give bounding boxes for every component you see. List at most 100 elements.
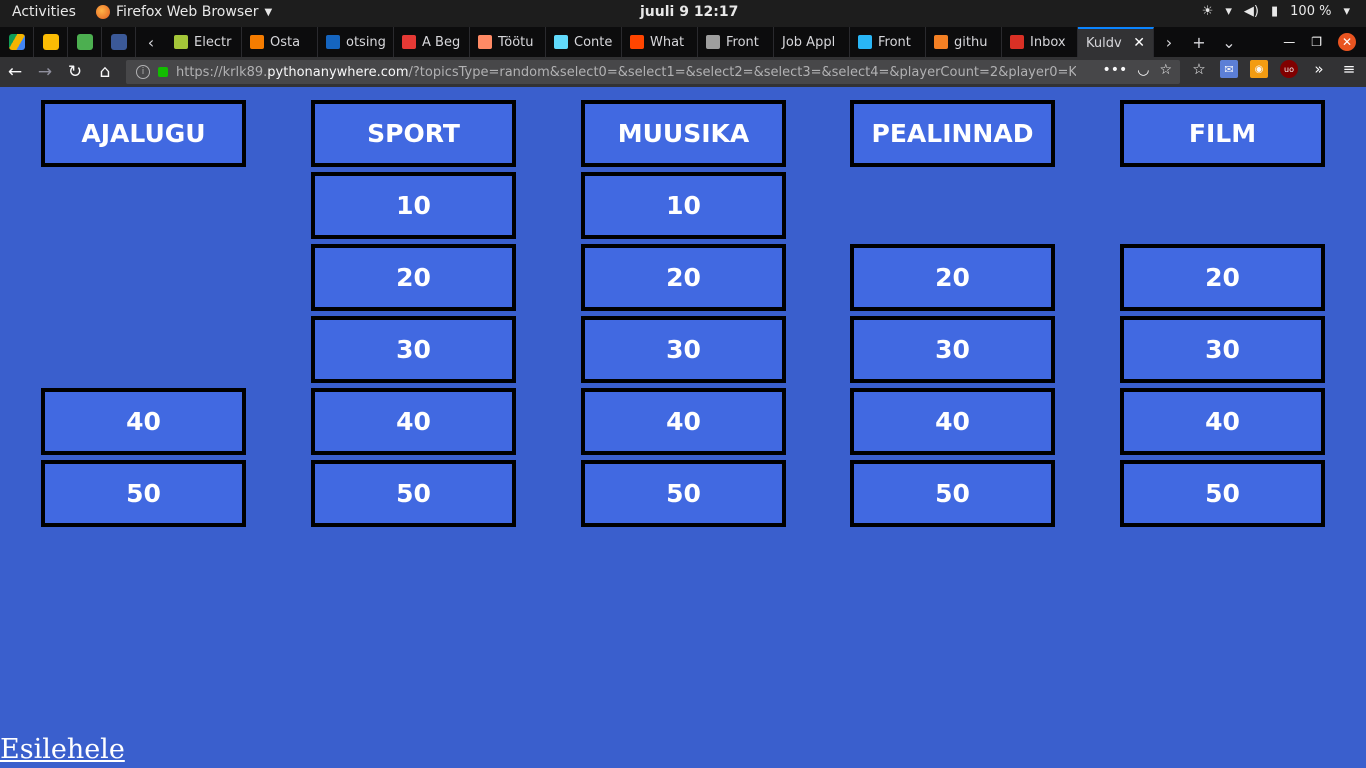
tab-label: otsing <box>346 34 386 50</box>
browser-tab[interactable]: What <box>622 27 698 57</box>
restore-button[interactable]: ❐ <box>1311 35 1322 49</box>
tab-favicon-icon <box>1010 35 1024 49</box>
new-tab-button[interactable]: + <box>1184 27 1214 57</box>
mail-icon[interactable]: ✉ <box>1220 60 1238 78</box>
browser-tab[interactable]: Conte <box>546 27 622 57</box>
toolbar-extensions: ☆ ✉ ◉ uo » ≡ <box>1190 60 1358 78</box>
dragon-icon <box>76 34 93 50</box>
category-header: PEALINNAD <box>850 100 1055 167</box>
tab-favicon-icon <box>250 35 264 49</box>
tab-label: Electr <box>194 34 232 50</box>
browser-tab[interactable]: Töötu <box>470 27 546 57</box>
pinned-tab-facebook[interactable] <box>102 27 136 57</box>
battery-level: 100 % <box>1290 4 1332 19</box>
tab-label: Front <box>878 34 911 50</box>
question-tile[interactable]: 20 <box>850 244 1055 311</box>
page-actions-icon[interactable]: ••• <box>1102 62 1127 78</box>
category-header: SPORT <box>311 100 516 167</box>
question-tile[interactable]: 40 <box>311 388 516 455</box>
reload-button[interactable]: ↻ <box>60 57 90 87</box>
category-header: MUUSIKA <box>581 100 786 167</box>
scroll-tabs-right-button[interactable]: › <box>1154 27 1184 57</box>
question-tile[interactable]: 40 <box>41 388 246 455</box>
browser-tab[interactable]: githu <box>926 27 1002 57</box>
question-tile[interactable]: 30 <box>581 316 786 383</box>
question-tile[interactable]: 30 <box>850 316 1055 383</box>
question-tile[interactable]: 40 <box>581 388 786 455</box>
menu-icon[interactable]: ≡ <box>1340 60 1358 78</box>
keep-icon <box>42 34 59 50</box>
home-link[interactable]: Esilehele <box>0 734 125 765</box>
url-prefix: https://krlk89. <box>176 64 268 80</box>
tab-strip: ‹ Electr Osta otsing A Beg Töötu Conte What Fro… <box>0 27 1366 57</box>
minimize-button[interactable]: — <box>1283 35 1295 49</box>
navigation-bar: ← → ↻ ⌂ i https://krlk89.pythonanywhere.… <box>0 57 1366 87</box>
tab-favicon-icon <box>326 35 340 49</box>
question-tile[interactable]: 50 <box>850 460 1055 527</box>
tab-label: Job Appl <box>782 34 836 50</box>
lock-icon <box>158 67 168 77</box>
question-tile[interactable]: 10 <box>311 172 516 239</box>
system-tray[interactable]: ☀ ▾ ◀) ▮ 100 % ▾ <box>1202 4 1350 19</box>
app-menu[interactable]: Firefox Web Browser ▼ <box>96 4 272 20</box>
browser-tab[interactable]: Job Appl <box>774 27 850 57</box>
forward-button[interactable]: → <box>30 57 60 87</box>
brightness-icon: ☀ <box>1201 4 1214 19</box>
tab-list-button[interactable]: ⌄ <box>1214 27 1244 57</box>
browser-tab[interactable]: Inbox <box>1002 27 1078 57</box>
url-bar[interactable]: i https://krlk89.pythonanywhere.com/?top… <box>126 60 1180 84</box>
browser-tab[interactable]: otsing <box>318 27 394 57</box>
close-tab-icon[interactable]: ✕ <box>1133 35 1145 51</box>
question-tile[interactable]: 20 <box>1120 244 1325 311</box>
question-tile[interactable]: 50 <box>1120 460 1325 527</box>
browser-tab[interactable]: Electr <box>166 27 242 57</box>
url-domain: pythonanywhere.com <box>267 64 409 80</box>
activities-button[interactable]: Activities <box>12 4 76 20</box>
game-board: AJALUGU 40 50 SPORT 10 20 30 40 50 MUUSIKA 10 20 30 4… <box>0 87 1366 537</box>
category-header: FILM <box>1120 100 1325 167</box>
bookmarks-icon[interactable]: ☆ <box>1190 60 1208 78</box>
tab-favicon-icon <box>478 35 492 49</box>
question-tile[interactable]: 50 <box>581 460 786 527</box>
question-tile[interactable]: 20 <box>311 244 516 311</box>
browser-tab[interactable]: Front <box>850 27 926 57</box>
scroll-tabs-left-button[interactable]: ‹ <box>136 27 166 57</box>
browser-tab[interactable]: A Beg <box>394 27 470 57</box>
browser-tab[interactable]: Front <box>698 27 774 57</box>
question-tile[interactable]: 40 <box>1120 388 1325 455</box>
chevron-down-icon: ▼ <box>264 6 273 18</box>
question-tile[interactable]: 50 <box>311 460 516 527</box>
back-button[interactable]: ← <box>0 57 30 87</box>
pocket-icon[interactable]: ◡ <box>1137 62 1149 78</box>
question-tile[interactable]: 20 <box>581 244 786 311</box>
question-tile[interactable]: 30 <box>311 316 516 383</box>
bookmark-star-icon[interactable]: ☆ <box>1159 62 1172 78</box>
overflow-icon[interactable]: » <box>1310 60 1328 78</box>
tab-label: A Beg <box>422 34 461 50</box>
close-window-button[interactable]: ✕ <box>1338 33 1356 51</box>
battery-icon: ▮ <box>1271 4 1279 19</box>
tab-label: Kuldv <box>1086 35 1122 51</box>
question-tile[interactable]: 40 <box>850 388 1055 455</box>
facebook-icon <box>110 34 127 50</box>
pinned-tab-drive[interactable] <box>0 27 34 57</box>
home-button[interactable]: ⌂ <box>90 57 120 87</box>
tab-favicon-icon <box>630 35 644 49</box>
tab-favicon-icon <box>858 35 872 49</box>
browser-tab[interactable]: Osta <box>242 27 318 57</box>
info-icon[interactable]: i <box>136 65 150 79</box>
browser-tab[interactable]: Kuldv ✕ <box>1078 27 1154 57</box>
system-top-bar: Activities Firefox Web Browser ▼ juuli 9… <box>0 0 1366 27</box>
clock[interactable]: juuli 9 12:17 <box>640 4 738 20</box>
category-header: AJALUGU <box>41 100 246 167</box>
question-tile[interactable]: 50 <box>41 460 246 527</box>
pinned-tab-dragon[interactable] <box>68 27 102 57</box>
ublock-icon[interactable]: uo <box>1280 60 1298 78</box>
question-tile[interactable]: 30 <box>1120 316 1325 383</box>
tab-favicon-icon <box>706 35 720 49</box>
tab-label: Töötu <box>498 34 534 50</box>
pinned-tab-keep[interactable] <box>34 27 68 57</box>
tab-favicon-icon <box>174 35 188 49</box>
rss-icon[interactable]: ◉ <box>1250 60 1268 78</box>
question-tile[interactable]: 10 <box>581 172 786 239</box>
